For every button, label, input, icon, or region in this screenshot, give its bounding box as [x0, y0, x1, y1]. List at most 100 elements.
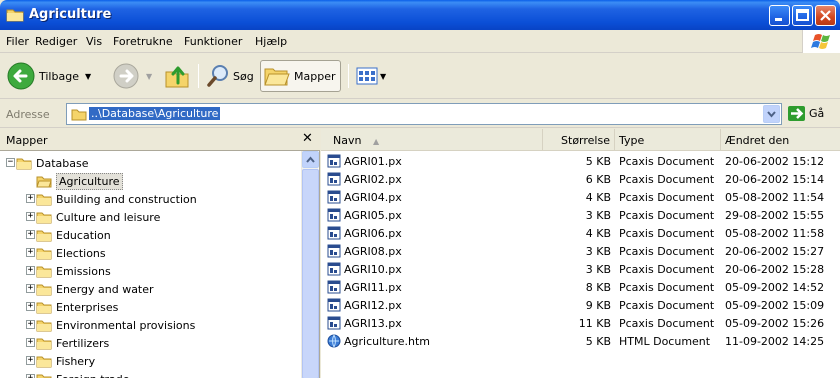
views-icon — [356, 67, 378, 85]
expand-icon[interactable]: + — [26, 248, 35, 257]
pcaxis-file-icon — [327, 244, 341, 258]
html-file-icon — [327, 334, 341, 348]
tree-item[interactable]: + Education — [26, 226, 111, 244]
file-row[interactable]: AGRI11.px 8 KB Pcaxis Document 05-09-2002 1… — [321, 279, 840, 297]
file-row[interactable]: AGRI01.px 5 KB Pcaxis Document 20-06-2002 1… — [321, 153, 840, 171]
tree-item[interactable]: − Database — [6, 154, 89, 172]
file-row[interactable]: AGRI06.px 4 KB Pcaxis Document 05-08-2002 1… — [321, 225, 840, 243]
scroll-up-button[interactable] — [302, 151, 319, 168]
expand-icon[interactable]: + — [26, 284, 35, 293]
menu-tools[interactable]: Funktioner — [184, 35, 242, 48]
tree-item[interactable]: + Enterprises — [26, 298, 118, 316]
file-modified: 05-08-2002 11:54 — [725, 191, 825, 204]
file-name: AGRI01.px — [344, 155, 402, 168]
expand-icon[interactable]: + — [26, 212, 35, 221]
expand-icon[interactable]: + — [26, 302, 35, 311]
tree-item-label: Elections — [56, 246, 106, 260]
expand-icon[interactable]: + — [26, 338, 35, 347]
address-dropdown-button[interactable] — [763, 105, 780, 123]
collapse-icon[interactable]: − — [6, 158, 15, 167]
column-name-label: Navn — [333, 134, 362, 147]
expand-icon[interactable]: + — [26, 230, 35, 239]
file-row[interactable]: Agriculture.htm 5 KB HTML Document 11-09-20… — [321, 333, 840, 351]
back-dropdown-icon[interactable]: ▼ — [85, 72, 91, 81]
file-row[interactable]: AGRI08.px 3 KB Pcaxis Document 20-06-2002 1… — [321, 243, 840, 261]
forward-dropdown-icon[interactable]: ▼ — [146, 72, 152, 81]
tree-item-label: Fertilizers — [56, 336, 110, 350]
menu-edit[interactable]: Rediger — [35, 35, 77, 48]
file-modified: 11-09-2002 14:25 — [725, 335, 825, 348]
expand-icon[interactable]: + — [26, 194, 35, 203]
tree-item[interactable]: + Environmental provisions — [26, 316, 195, 334]
title-bar[interactable]: Agriculture — [0, 0, 840, 30]
tree-item[interactable]: + Energy and water — [26, 280, 154, 298]
column-size-label: Størrelse — [561, 134, 610, 147]
column-header-type[interactable]: Type — [615, 129, 721, 150]
file-row[interactable]: AGRI05.px 3 KB Pcaxis Document 29-08-2002 1… — [321, 207, 840, 225]
file-size: 4 KB — [585, 191, 611, 204]
file-row[interactable]: AGRI12.px 9 KB Pcaxis Document 05-09-2002 1… — [321, 297, 840, 315]
pcaxis-file-icon — [327, 154, 341, 168]
file-size: 5 KB — [585, 335, 611, 348]
file-modified: 05-09-2002 15:26 — [725, 317, 825, 330]
close-button[interactable] — [815, 5, 836, 26]
expand-icon[interactable]: + — [26, 374, 35, 378]
views-dropdown-icon[interactable]: ▼ — [380, 72, 386, 81]
menu-favorites[interactable]: Foretrukne — [113, 35, 173, 48]
menu-help[interactable]: Hjælp — [255, 35, 287, 48]
folder-icon — [36, 338, 52, 349]
menu-view[interactable]: Vis — [86, 35, 102, 48]
file-row[interactable]: AGRI02.px 6 KB Pcaxis Document 20-06-2002 1… — [321, 171, 840, 189]
tree-item-label: Fishery — [56, 354, 96, 368]
chevron-up-icon — [306, 156, 315, 163]
pcaxis-file-icon — [327, 316, 341, 330]
tree-item[interactable]: + Culture and leisure — [26, 208, 160, 226]
file-row[interactable]: AGRI10.px 3 KB Pcaxis Document 20-06-2002 1… — [321, 261, 840, 279]
file-name: Agriculture.htm — [344, 335, 430, 348]
folders-toggle-button[interactable]: Mapper — [260, 60, 341, 92]
maximize-button[interactable] — [792, 5, 813, 26]
tree-item[interactable]: Agriculture — [36, 172, 123, 190]
address-input[interactable]: ..\Database\Agriculture — [66, 103, 782, 125]
file-type: Pcaxis Document — [619, 155, 715, 168]
folder-icon — [36, 302, 52, 313]
scroll-thumb[interactable] — [302, 169, 319, 378]
forward-button[interactable]: ▼ — [112, 60, 152, 92]
tree-item-label: Building and construction — [56, 192, 197, 206]
folders-pane: Mapper ✕ − Database Agriculture + Building a… — [0, 129, 320, 378]
up-button[interactable] — [164, 60, 190, 92]
column-header-name[interactable]: Navn ▲ — [321, 129, 543, 150]
folder-icon — [36, 356, 52, 367]
tree-item[interactable]: + Building and construction — [26, 190, 197, 208]
back-button[interactable]: Tilbage ▼ — [6, 60, 91, 92]
file-row[interactable]: AGRI04.px 4 KB Pcaxis Document 05-08-2002 1… — [321, 189, 840, 207]
expand-icon[interactable]: + — [26, 320, 35, 329]
file-type: Pcaxis Document — [619, 245, 715, 258]
folder-icon — [36, 284, 52, 295]
tree-item[interactable]: + Fishery — [26, 352, 96, 370]
file-size: 6 KB — [585, 173, 611, 186]
folder-icon — [36, 212, 52, 223]
tree-item[interactable]: + Elections — [26, 244, 106, 262]
go-button[interactable]: Gå — [788, 106, 824, 121]
menu-file[interactable]: Filer — [6, 35, 29, 48]
views-button[interactable]: ▼ — [356, 60, 386, 92]
sort-ascending-icon: ▲ — [372, 137, 380, 146]
tree-item[interactable]: + Foreign trade — [26, 370, 130, 378]
file-size: 8 KB — [585, 281, 611, 294]
folder-icon — [6, 9, 24, 22]
window-title: Agriculture — [29, 7, 112, 22]
column-header-size[interactable]: Størrelse — [543, 129, 615, 150]
tree-item[interactable]: + Fertilizers — [26, 334, 110, 352]
tree-scrollbar[interactable] — [301, 151, 319, 378]
minimize-button[interactable] — [769, 5, 790, 26]
expand-icon[interactable]: + — [26, 266, 35, 275]
search-button[interactable]: Søg — [206, 60, 254, 92]
file-list-header: Navn ▲ Størrelse Type Ændret den — [321, 129, 840, 151]
tree-item[interactable]: + Emissions — [26, 262, 111, 280]
column-modified-label: Ændret den — [725, 134, 790, 147]
column-header-modified[interactable]: Ændret den — [721, 129, 840, 150]
file-row[interactable]: AGRI13.px 11 KB Pcaxis Document 05-09-2002 … — [321, 315, 840, 333]
close-pane-icon[interactable]: ✕ — [302, 131, 313, 146]
expand-icon[interactable]: + — [26, 356, 35, 365]
